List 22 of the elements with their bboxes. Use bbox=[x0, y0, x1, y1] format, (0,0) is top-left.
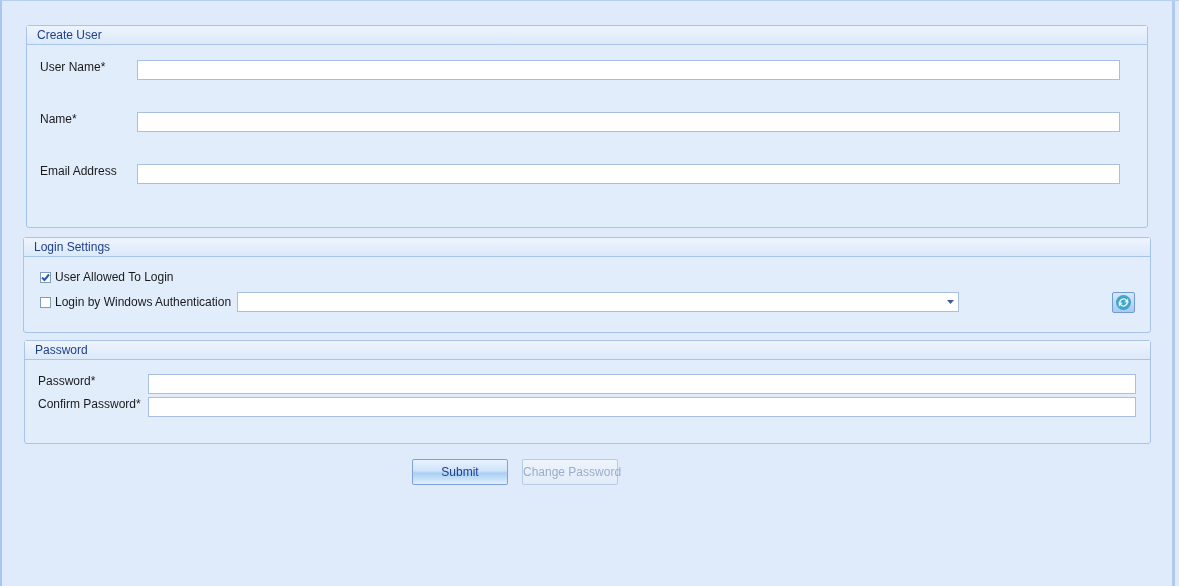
input-field[interactable] bbox=[137, 164, 1120, 184]
checkbox[interactable] bbox=[40, 296, 51, 308]
submit-button[interactable]: Submit bbox=[412, 459, 508, 485]
field-label: Password* bbox=[37, 374, 97, 388]
caret-icon bbox=[947, 300, 954, 304]
refresh-button[interactable] bbox=[1112, 291, 1135, 313]
field-label: User Name* bbox=[39, 60, 107, 74]
field-label: Email Address bbox=[39, 164, 118, 178]
input-field[interactable] bbox=[148, 374, 1136, 394]
field-label: Name* bbox=[39, 112, 78, 126]
input-field[interactable] bbox=[148, 397, 1136, 417]
input-field[interactable] bbox=[137, 60, 1120, 80]
panel-title: Create User bbox=[27, 26, 1147, 45]
checkbox-label: User Allowed To Login bbox=[55, 270, 175, 284]
checkbox[interactable] bbox=[40, 271, 51, 283]
refresh-icon bbox=[1115, 293, 1132, 311]
checkbox-label: Login by Windows Authentication bbox=[55, 295, 233, 309]
input-field[interactable] bbox=[137, 112, 1120, 132]
panel-title: Login Settings bbox=[24, 238, 1150, 257]
panel-title: Password bbox=[25, 341, 1150, 360]
dropdown-field[interactable] bbox=[237, 292, 959, 312]
field-label: Confirm Password* bbox=[37, 397, 142, 411]
